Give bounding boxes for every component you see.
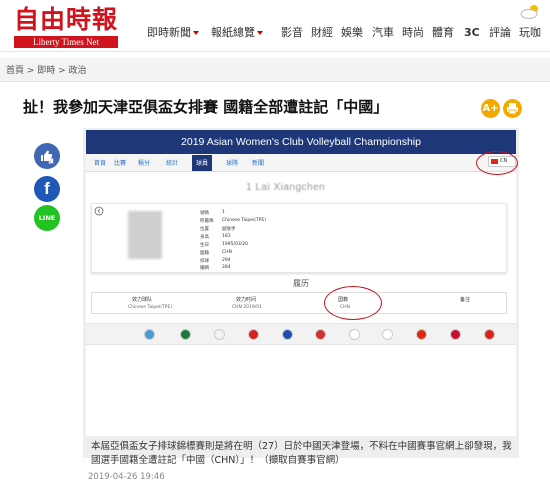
info-key: 攔網 (200, 266, 209, 271)
font-size-button[interactable]: A+ (481, 99, 500, 118)
breadcrumb[interactable]: 首頁 > 即時 > 政治 (6, 63, 87, 76)
site-tab-bar: 首頁 比賽 積分 統計 球員 球隊 新聞 (86, 154, 516, 172)
facebook-share-button[interactable]: f (34, 176, 60, 202)
breadcrumb-bar: 首頁 > 即時 > 政治 (0, 58, 550, 82)
team-flag-icon (416, 329, 427, 340)
logo-english-text: Liberty Times Net (14, 36, 118, 48)
info-key: 所屬隊 (200, 219, 214, 224)
site-tab: 統計 (166, 160, 179, 167)
info-value: 284 (222, 265, 231, 270)
info-value: 1 (222, 210, 225, 215)
team-flag-icon (382, 329, 393, 340)
nav-fashion[interactable]: 時尚 (402, 26, 424, 40)
info-value: 294 (222, 258, 231, 263)
history-cell: Chinese Taipei(TPE) (128, 305, 173, 310)
site-logo[interactable]: 自由時報 Liberty Times Net (14, 5, 120, 48)
history-cell: CHN 2019/01 (232, 305, 263, 310)
team-flag-icon (144, 329, 155, 340)
player-name: 1 Lai Xiangchen (246, 182, 326, 193)
nav-video[interactable]: 影音 (281, 26, 303, 40)
site-tab: 新聞 (252, 160, 265, 167)
info-key: 位置 (200, 227, 209, 232)
annotation-circle-country (476, 151, 518, 175)
facebook-icon: f (44, 179, 50, 198)
history-table: 效力球队 效力时间 国籍 备注 Chinese Taipei(TPE) CHN … (91, 292, 507, 314)
embedded-screenshot: 2019 Asian Women's Club Volleyball Champ… (86, 130, 518, 436)
like-label: 讚 (48, 159, 54, 165)
line-share-button[interactable]: LINE (34, 205, 60, 231)
team-flag-icon (282, 329, 293, 340)
team-flag-icon (484, 329, 495, 340)
championship-banner: 2019 Asian Women's Club Volleyball Champ… (86, 130, 516, 154)
nav-entertainment[interactable]: 娛樂 (341, 26, 363, 40)
site-tab: 比賽 (114, 160, 127, 167)
site-tab-active: 球員 (192, 155, 213, 171)
info-key: 扣球 (200, 259, 209, 264)
info-key: 身高 (200, 235, 209, 240)
team-flag-icon (248, 329, 259, 340)
team-flag-icon (349, 329, 360, 340)
nav-dropdown-caret-icon (257, 31, 263, 35)
championship-title: 2019 Asian Women's Club Volleyball Champ… (181, 136, 421, 148)
article-figure: 2019 Asian Women's Club Volleyball Champ… (83, 128, 519, 466)
nav-finance[interactable]: 財經 (311, 26, 333, 40)
annotation-circle-nationality (324, 286, 382, 320)
team-flag-row (86, 323, 516, 345)
info-key: 號碼 (200, 211, 209, 216)
history-header: 效力时间 (236, 297, 257, 303)
print-button[interactable] (503, 99, 522, 118)
player-info-card: 號碼 1 所屬隊 Chinese Taipei(TPE) 位置 副攻手 身高 183 生… (91, 203, 507, 273)
back-arrow-icon (94, 206, 104, 216)
history-heading: 履历 (293, 279, 309, 288)
printer-icon (507, 103, 518, 115)
logo-chinese-text: 自由時報 (14, 5, 119, 34)
nav-newspaper[interactable]: 報紙總覽 (211, 26, 263, 40)
info-value: 183 (222, 234, 231, 239)
site-header: 自由時報 Liberty Times Net 即時新聞 報紙總覽 影音 財經 娛… (0, 0, 550, 52)
info-key: 國籍 (200, 251, 209, 256)
site-tab: 球隊 (226, 160, 239, 167)
info-value: 1995/03/20 (222, 242, 248, 247)
history-header: 效力球队 (132, 297, 153, 303)
facebook-like-button[interactable]: 讚 (34, 143, 60, 169)
info-value: CHN (222, 250, 232, 255)
info-value: 副攻手 (222, 227, 236, 232)
nav-opinion[interactable]: 評論 (489, 26, 511, 40)
partly-cloudy-icon[interactable] (519, 2, 543, 20)
article-date: 2019-04-26 19:46 (88, 472, 165, 482)
site-tab: 積分 (138, 160, 151, 167)
nav-3c[interactable]: 3C (464, 26, 480, 40)
team-flag-icon (180, 329, 191, 340)
article-title: 扯！我參加天津亞俱盃女排賽 國籍全部遭註記「中國」 (23, 98, 389, 116)
history-header: 备注 (460, 297, 471, 303)
line-icon: LINE (38, 214, 56, 222)
nav-auto[interactable]: 汽車 (372, 26, 394, 40)
nav-sports[interactable]: 體育 (432, 26, 454, 40)
team-flag-icon (450, 329, 461, 340)
team-flag-icon (214, 329, 225, 340)
nav-playlife[interactable]: 玩咖 (519, 26, 541, 40)
nav-dropdown-caret-icon (193, 31, 199, 35)
info-value: Chinese Taipei(TPE) (222, 218, 267, 223)
site-tab: 首頁 (94, 160, 107, 167)
player-photo (128, 211, 162, 259)
team-flag-icon (315, 329, 326, 340)
figure-caption: 本屆亞俱盃女子排球錦標賽則是將在明（27）日於中國天津登場，不料在中國賽事官網上… (91, 441, 512, 466)
nav-breaking-news[interactable]: 即時新聞 (147, 26, 199, 40)
info-key: 生日 (200, 243, 209, 248)
